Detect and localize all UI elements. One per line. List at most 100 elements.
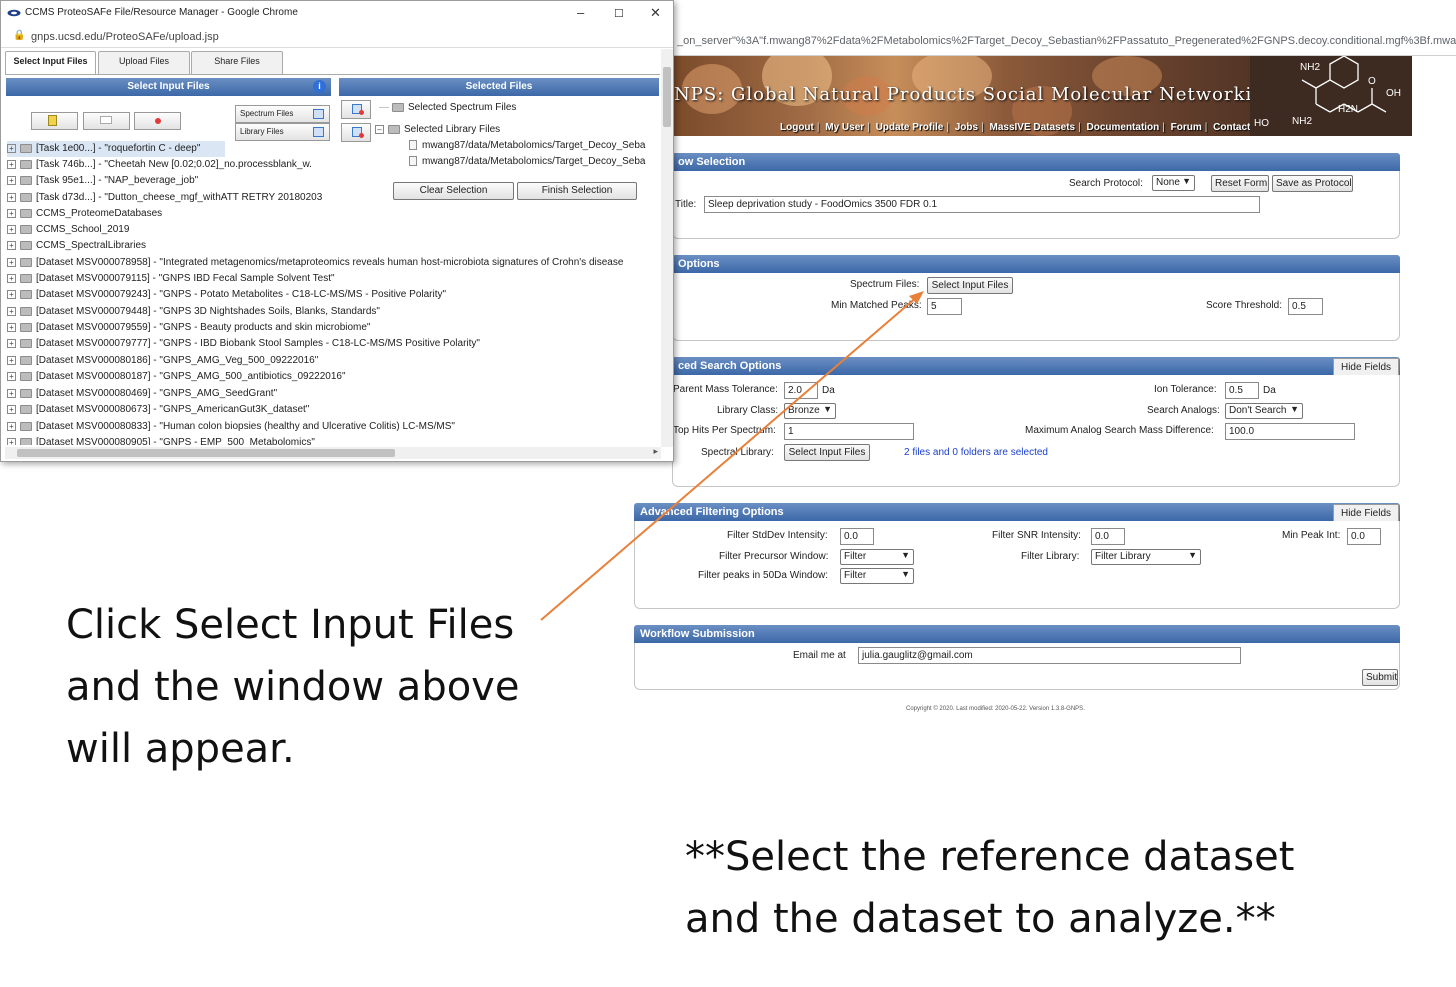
expand-icon[interactable]: +	[7, 208, 16, 218]
expand-icon[interactable]: +	[7, 388, 16, 398]
expand-icon[interactable]: +	[7, 273, 16, 283]
expand-icon[interactable]: +	[7, 421, 16, 431]
submit-button[interactable]: Submit	[1362, 669, 1398, 686]
expand-icon[interactable]: +	[7, 338, 16, 348]
nav-jobs[interactable]: Jobs	[955, 122, 978, 133]
min-peak-int-input[interactable]: 0.0	[1347, 528, 1381, 545]
info-icon[interactable]: i	[313, 80, 326, 93]
nav-logout[interactable]: Logout	[780, 122, 814, 133]
molecule-label-o: O	[1368, 76, 1376, 87]
nav-update-profile[interactable]: Update Profile	[876, 122, 944, 133]
selected-file-row[interactable]: mwang87/data/Metabolomics/Target_Decoy_S…	[409, 138, 661, 154]
score-threshold-input[interactable]: 0.5	[1288, 298, 1323, 315]
tree-item-folder[interactable]: + CCMS_ProteomeDatabases	[7, 206, 661, 222]
tree-item-dataset[interactable]: + [Dataset MSV000079777] - "GNPS - IBD Bi…	[7, 336, 661, 352]
finish-selection-button[interactable]: Finish Selection	[517, 182, 637, 200]
rename-button[interactable]	[83, 112, 130, 130]
tree-item-label: [Dataset MSV000080469] - "GNPS_AMG_SeedG…	[36, 388, 278, 399]
max-analog-input[interactable]: 100.0	[1225, 423, 1355, 440]
spectral-library-select-button[interactable]: Select Input Files	[784, 444, 870, 461]
library-class-select[interactable]: Bronze ▼	[784, 403, 836, 419]
save-as-protocol-button[interactable]: Save as Protocol	[1272, 175, 1353, 192]
expand-icon[interactable]: +	[7, 371, 16, 381]
precursor-window-select[interactable]: Filter ▼	[840, 549, 914, 565]
remove-library-files-button[interactable]	[341, 123, 371, 142]
parent-mass-input[interactable]: 2.0	[784, 382, 818, 399]
horizontal-scrollbar[interactable]: ▸	[5, 446, 661, 459]
snr-input[interactable]: 0.0	[1091, 528, 1125, 545]
tree-item-dataset[interactable]: + [Dataset MSV000079243] - "GNPS - Potato…	[7, 287, 661, 303]
remove-spectrum-files-button[interactable]	[341, 100, 371, 119]
selected-file-row[interactable]: mwang87/data/Metabolomics/Target_Decoy_S…	[409, 154, 661, 170]
tree-item-dataset[interactable]: + [Dataset MSV000080187] - "GNPS_AMG_500_…	[7, 369, 661, 385]
nav-contact[interactable]: Contact	[1213, 122, 1250, 133]
tree-item-task[interactable]: + [Task 1e00...] - "roquefortin C - deep"	[7, 141, 225, 157]
expand-icon[interactable]: +	[7, 240, 16, 250]
search-analogs-select[interactable]: Don't Search ▼	[1225, 403, 1303, 419]
delete-button[interactable]	[134, 112, 181, 130]
expand-icon[interactable]: +	[7, 192, 16, 202]
horizontal-scroll-thumb[interactable]	[17, 449, 395, 457]
vertical-scrollbar[interactable]	[661, 49, 673, 447]
tree-item-dataset[interactable]: + [Dataset MSV000079448] - "GNPS 3D Night…	[7, 304, 661, 320]
reset-form-button[interactable]: Reset Form	[1211, 175, 1269, 192]
selected-spectrum-folder[interactable]: — Selected Spectrum Files	[379, 100, 659, 116]
tree-item-dataset[interactable]: + [Dataset MSV000080186] - "GNPS_AMG_Veg_…	[7, 353, 661, 369]
selected-library-folder[interactable]: – Selected Library Files	[375, 122, 659, 138]
tree-item-task[interactable]: + [Task 746b...] - "Cheetah New [0.02;0.0…	[7, 157, 339, 173]
expand-icon[interactable]: +	[7, 355, 16, 365]
tab-share-files[interactable]: Share Files	[191, 51, 283, 75]
min-matched-peaks-input[interactable]: 5	[927, 298, 962, 315]
maximize-icon[interactable]: ☐	[614, 7, 624, 20]
expand-icon[interactable]: +	[7, 175, 16, 185]
tree-item-dataset[interactable]: + [Dataset MSV000080469] - "GNPS_AMG_Seed…	[7, 386, 661, 402]
expand-icon[interactable]: +	[7, 306, 16, 316]
tree-item-folder[interactable]: + CCMS_SpectralLibraries	[7, 238, 661, 254]
nav-documentation[interactable]: Documentation	[1086, 122, 1159, 133]
scroll-right-icon[interactable]: ▸	[653, 446, 658, 457]
title-input[interactable]: Sleep deprivation study - FoodOmics 3500…	[704, 196, 1260, 213]
tab-upload-files[interactable]: Upload Files	[98, 51, 190, 75]
clear-selection-button[interactable]: Clear Selection	[393, 182, 514, 200]
email-input[interactable]: julia.gauglitz@gmail.com	[858, 647, 1241, 664]
tree-item-folder[interactable]: + CCMS_School_2019	[7, 222, 661, 238]
peaks-50da-select[interactable]: Filter ▼	[840, 568, 914, 584]
close-icon[interactable]: ✕	[650, 5, 661, 21]
tree-item-task[interactable]: + [Task 95e1...] - "NAP_beverage_job"	[7, 173, 339, 189]
background-url[interactable]: _on_server"%3A"f.mwang87%2Fdata%2FMetabo…	[677, 35, 1456, 51]
tree-item-task[interactable]: + [Task d73d...] - "Dutton_cheese_mgf_wit…	[7, 190, 339, 206]
nav-massive-datasets[interactable]: MassIVE Datasets	[989, 122, 1075, 133]
tree-item-dataset[interactable]: + [Dataset MSV000079559] - "GNPS - Beauty…	[7, 320, 661, 336]
expand-icon[interactable]: +	[7, 224, 16, 234]
expand-icon[interactable]: +	[7, 143, 16, 153]
ion-tolerance-input[interactable]: 0.5	[1225, 382, 1259, 399]
tree-item-dataset[interactable]: + [Dataset MSV000078958] - "Integrated me…	[7, 255, 661, 271]
select-input-files-button[interactable]: Select Input Files	[927, 277, 1013, 294]
new-folder-button[interactable]	[31, 112, 78, 130]
add-library-files-button[interactable]: Library Files	[235, 123, 330, 141]
minimize-icon[interactable]: –	[577, 5, 584, 20]
vertical-scroll-thumb[interactable]	[663, 67, 671, 127]
add-spectrum-files-button[interactable]: Spectrum Files	[235, 105, 330, 123]
expand-icon[interactable]: +	[7, 257, 16, 267]
tree-item-dataset[interactable]: + [Dataset MSV000079115] - "GNPS IBD Feca…	[7, 271, 661, 287]
nav-my-user[interactable]: My User	[825, 122, 864, 133]
collapse-icon[interactable]: –	[375, 124, 384, 134]
stddev-input[interactable]: 0.0	[840, 528, 874, 545]
top-hits-input[interactable]: 1	[784, 423, 914, 440]
tree-item-dataset[interactable]: + [Dataset MSV000080905] - "GNPS - EMP_50…	[7, 435, 661, 445]
filter-library-select[interactable]: Filter Library ▼	[1091, 549, 1201, 565]
parent-mass-label: Parent Mass Tolerance:	[673, 384, 778, 395]
popup-url[interactable]: gnps.ucsd.edu/ProteoSAFe/upload.jsp	[31, 31, 219, 43]
expand-icon[interactable]: +	[7, 289, 16, 299]
popup-address-bar[interactable]: 🔒 gnps.ucsd.edu/ProteoSAFe/upload.jsp	[1, 26, 673, 48]
expand-icon[interactable]: +	[7, 437, 16, 445]
tree-item-dataset[interactable]: + [Dataset MSV000080673] - "GNPS_American…	[7, 402, 661, 418]
tree-item-dataset[interactable]: + [Dataset MSV000080833] - "Human colon b…	[7, 419, 661, 435]
tab-select-input-files[interactable]: Select Input Files	[5, 51, 96, 75]
expand-icon[interactable]: +	[7, 159, 16, 169]
expand-icon[interactable]: +	[7, 322, 16, 332]
nav-forum[interactable]: Forum	[1171, 122, 1202, 133]
expand-icon[interactable]: +	[7, 404, 16, 414]
search-protocol-select[interactable]: None ▼	[1152, 175, 1195, 191]
